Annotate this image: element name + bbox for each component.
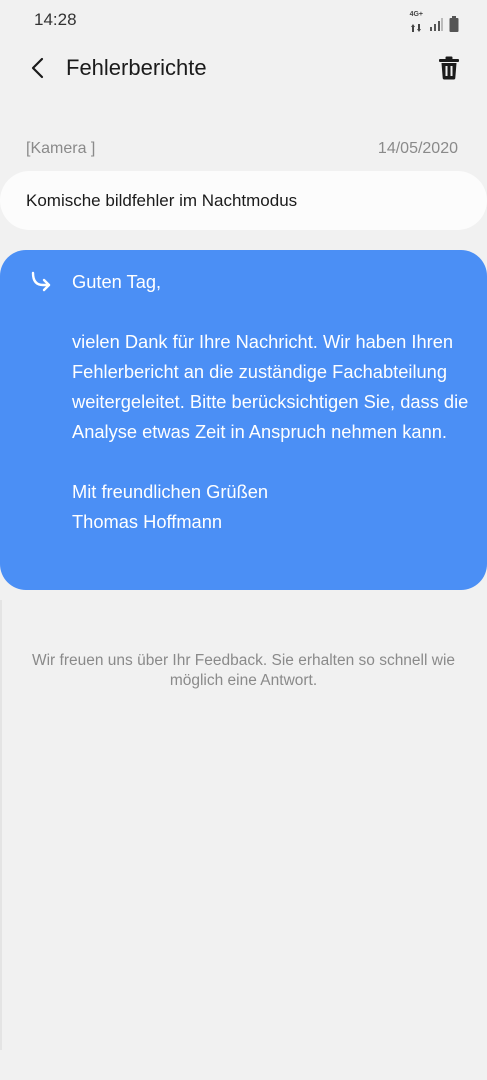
- status-time: 14:28: [34, 10, 77, 29]
- feedback-note: Wir freuen uns über Ihr Feedback. Sie er…: [31, 652, 456, 689]
- scroll-edge: [0, 600, 2, 1050]
- chevron-left-icon: [31, 57, 44, 79]
- reply-signature: Thomas Hoffmann: [72, 511, 223, 532]
- app-bar: Fehlerberichte: [0, 40, 487, 96]
- reply-text: Guten Tag, vielen Dank für Ihre Nachrich…: [72, 267, 472, 537]
- reply-card: Guten Tag, vielen Dank für Ihre Nachrich…: [0, 250, 487, 590]
- reply-body: vielen Dank für Ihre Nachricht. Wir habe…: [72, 331, 469, 442]
- data-arrows-icon: [410, 24, 421, 32]
- report-category: [Kamera ]: [26, 140, 96, 157]
- reply-arrow-icon: [31, 271, 51, 292]
- report-meta: [Kamera ] 14/05/2020: [26, 140, 458, 162]
- delete-button[interactable]: [433, 52, 465, 84]
- back-button[interactable]: [22, 52, 54, 84]
- reply-greeting: Guten Tag,: [72, 271, 162, 292]
- battery-icon: [449, 16, 459, 32]
- network-label: 4G+: [409, 11, 423, 18]
- signal-icon: [430, 18, 443, 31]
- trash-icon: [439, 56, 459, 80]
- status-icons: 4G+: [410, 11, 459, 37]
- page-title: Fehlerberichte: [66, 55, 207, 80]
- network-indicator: 4G+: [410, 11, 423, 37]
- status-bar: 14:28 4G+: [0, 0, 487, 40]
- user-message-text: Komische bildfehler im Nachtmodus: [26, 190, 298, 210]
- reply-closing: Mit freundlichen Grüßen: [72, 481, 269, 502]
- user-message-bubble: Komische bildfehler im Nachtmodus: [0, 171, 487, 230]
- report-date: 14/05/2020: [377, 140, 458, 157]
